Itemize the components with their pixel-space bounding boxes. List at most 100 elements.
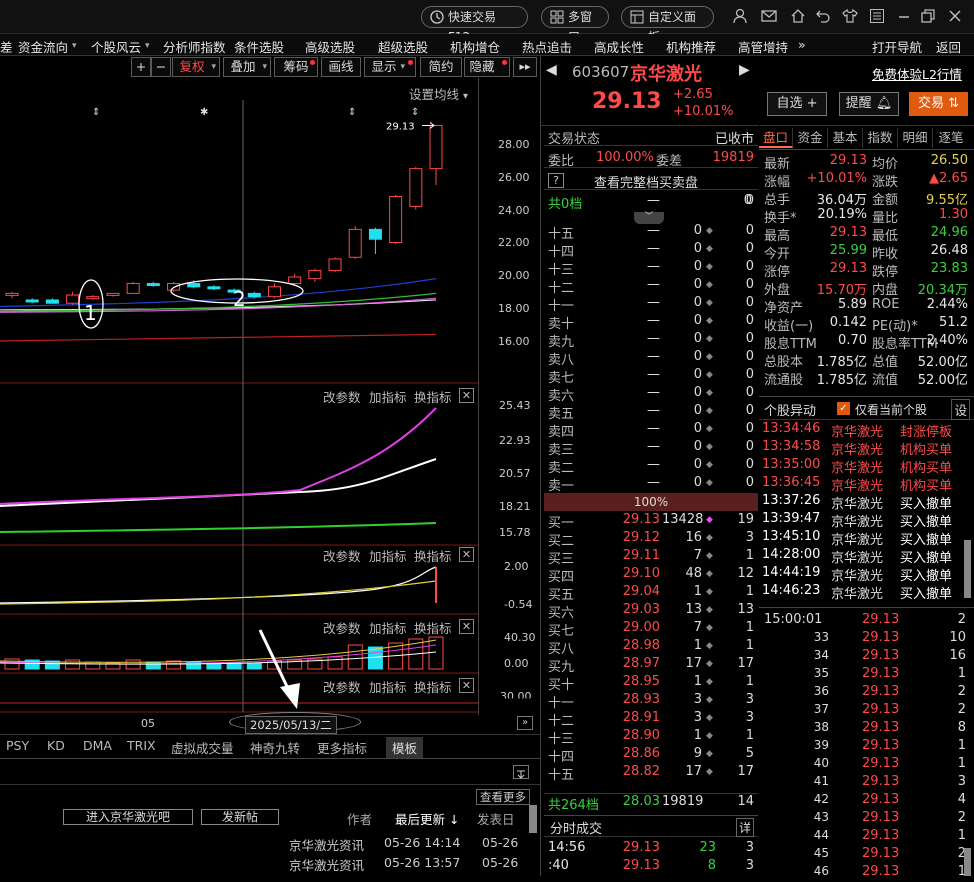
menu-item-stock-news[interactable]: 个股风云	[91, 37, 141, 56]
news-title[interactable]: 京华激光资讯	[289, 835, 364, 854]
trade-button[interactable]: 交易 ⇅	[909, 92, 968, 116]
tab-zijin[interactable]: 资金	[793, 128, 828, 148]
yincang-button[interactable]: 隐藏	[464, 57, 510, 77]
indicator-param-button[interactable]: 改参数	[323, 387, 361, 406]
back-icon[interactable]	[814, 8, 832, 26]
menu-item-institution-rec[interactable]: 机构推荐	[666, 37, 716, 56]
ma-settings[interactable]: 设置均线 ▾	[409, 84, 468, 103]
menu-item-open-nav[interactable]: 打开导航	[872, 37, 922, 56]
tab-magic-nine[interactable]: 神奇九转	[250, 738, 300, 757]
menu-item-analyst-index[interactable]: 分析师指数	[163, 37, 226, 56]
indicator-add-button[interactable]: 加指标	[369, 618, 407, 637]
indicator-switch-button[interactable]: 换指标	[414, 618, 452, 637]
tab-template[interactable]: 模板	[386, 737, 424, 758]
mail-icon[interactable]	[760, 8, 778, 26]
news-scrollbar[interactable]	[529, 805, 537, 833]
menu-item-back[interactable]: 返回	[936, 37, 961, 56]
event-row[interactable]: 14:44:19 京华激光 买入撤单	[762, 565, 972, 584]
view-more-button[interactable]: 查看更多	[476, 789, 530, 805]
restore-icon[interactable]	[919, 8, 937, 26]
ticks-scrollbar[interactable]	[964, 848, 971, 876]
tab-mingxi[interactable]: 明细	[898, 128, 933, 148]
new-post-button[interactable]: 发新帖	[201, 809, 279, 825]
tab-pankou[interactable]: 盘口	[759, 128, 793, 148]
chouma-button[interactable]: 筹码	[274, 57, 318, 77]
checkbox-checked-icon[interactable]: ✓	[837, 402, 850, 415]
menu-item-advanced-select[interactable]: 高级选股	[305, 37, 355, 56]
minimize-icon[interactable]	[895, 8, 913, 26]
alert-button[interactable]: 提醒 🔔︎	[839, 92, 899, 116]
close-panel-icon[interactable]: ✕	[459, 678, 474, 693]
jianyue-button[interactable]: 简约	[420, 57, 462, 77]
next-stock-icon[interactable]: ▶	[739, 62, 750, 78]
indicator-param-button[interactable]: 改参数	[323, 546, 361, 565]
l2-trial-link[interactable]: 免费体验L2行情	[872, 64, 962, 83]
tab-zhubi[interactable]: 逐笔	[933, 128, 969, 148]
event-row[interactable]: 13:45:10 京华激光 买入撤单	[762, 529, 972, 548]
tab-kd[interactable]: KD	[47, 738, 65, 753]
tab-trix[interactable]: TRIX	[127, 738, 156, 753]
tab-jiben[interactable]: 基本	[828, 128, 863, 148]
user-icon[interactable]	[731, 8, 749, 26]
events-scrollbar[interactable]	[964, 540, 971, 598]
home-icon[interactable]	[789, 8, 807, 26]
xianshi-button[interactable]: 显示 ▾	[364, 57, 416, 77]
tab-psy[interactable]: PSY	[6, 738, 29, 753]
col-last-update[interactable]: 最后更新 ↓	[395, 809, 459, 828]
close-panel-icon[interactable]: ✕	[459, 619, 474, 634]
zoom-in-button[interactable]: +	[131, 57, 151, 77]
enter-forum-button[interactable]: 进入京华激光吧	[63, 809, 193, 825]
menu-item-exec-buy[interactable]: 高管增持	[738, 37, 788, 56]
event-row[interactable]: 13:37:26 京华激光 买入撤单	[762, 493, 972, 512]
menu-more[interactable]: »	[798, 37, 806, 52]
event-row[interactable]: 13:34:58 京华激光 机构买单	[762, 439, 972, 458]
event-row[interactable]: 14:28:00 京华激光 买入撤单	[762, 547, 972, 566]
close-panel-icon[interactable]: ✕	[459, 547, 474, 562]
menu-item-condition-select[interactable]: 条件选股	[234, 37, 284, 56]
fast-trade-button[interactable]: 快速交易F12	[421, 6, 528, 44]
help-icon[interactable]: ?	[548, 173, 564, 188]
full-book-link[interactable]: 查看完整档买卖盘	[594, 172, 698, 191]
diejia-button[interactable]: 叠加 ▾	[223, 57, 271, 77]
prev-stock-icon[interactable]: ◀	[546, 62, 557, 78]
add-watchlist-button[interactable]: 自选 +	[767, 92, 827, 116]
close-panel-icon[interactable]: ✕	[459, 388, 474, 403]
event-row[interactable]: 14:46:23 京华激光 买入撤单	[762, 583, 972, 602]
menu-item-institution-add[interactable]: 机构增仓	[450, 37, 500, 56]
menu-item-fund-flow[interactable]: 资金流向	[18, 37, 68, 56]
events-checkbox-label[interactable]: 仅看当前个股	[855, 401, 927, 418]
menu-icon[interactable]	[868, 8, 886, 26]
indicator-switch-button[interactable]: 换指标	[414, 546, 452, 565]
indicator-add-button[interactable]: 加指标	[369, 387, 407, 406]
event-row[interactable]: 13:34:46 京华激光 封涨停板	[762, 421, 972, 440]
download-icon[interactable]	[513, 765, 529, 779]
menu-item-hotspot[interactable]: 热点追击	[522, 37, 572, 56]
custom-panel-button[interactable]: 自定义面板	[621, 6, 714, 44]
tab-dma[interactable]: DMA	[83, 738, 112, 753]
tab-virtual-volume[interactable]: 虚拟成交量	[171, 738, 234, 757]
event-row[interactable]: 13:35:00 京华激光 机构买单	[762, 457, 972, 476]
skin-icon[interactable]	[841, 8, 859, 26]
indicator-param-button[interactable]: 改参数	[323, 618, 361, 637]
event-row[interactable]: 13:36:45 京华激光 机构买单	[762, 475, 972, 494]
tab-zhishu[interactable]: 指数	[863, 128, 898, 148]
fuquan-button[interactable]: 复权 ▾	[172, 57, 220, 77]
fenshi-detail-button[interactable]: 详	[735, 818, 754, 837]
news-title[interactable]: 京华激光资讯	[289, 855, 364, 874]
huaxian-button[interactable]: 画线	[321, 57, 361, 77]
multi-window-button[interactable]: 多窗口	[541, 6, 609, 44]
tab-more-indicators[interactable]: 更多指标	[317, 738, 367, 757]
menu-item-partial[interactable]: 差	[0, 37, 13, 56]
menu-item-super-select[interactable]: 超级选股	[378, 37, 428, 56]
expand-button[interactable]: ▸▸	[513, 57, 537, 77]
indicator-add-button[interactable]: 加指标	[369, 677, 407, 696]
zoom-out-button[interactable]: −	[151, 57, 171, 77]
menu-item-high-growth[interactable]: 高成长性	[594, 37, 644, 56]
indicator-switch-button[interactable]: 换指标	[414, 387, 452, 406]
events-settings-button[interactable]: 设	[951, 399, 970, 420]
indicator-param-button[interactable]: 改参数	[323, 677, 361, 696]
indicator-switch-button[interactable]: 换指标	[414, 677, 452, 696]
indicator-add-button[interactable]: 加指标	[369, 546, 407, 565]
event-row[interactable]: 13:39:47 京华激光 买入撤单	[762, 511, 972, 530]
close-icon[interactable]	[946, 8, 964, 26]
